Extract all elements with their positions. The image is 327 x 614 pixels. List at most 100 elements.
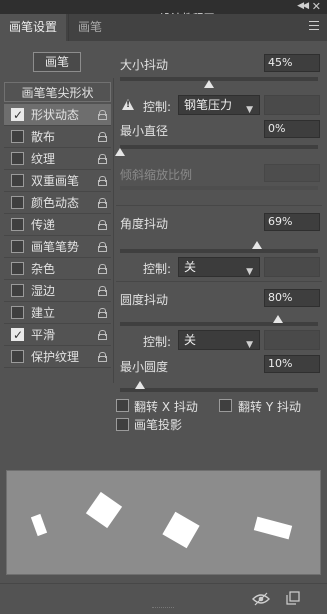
min-roundness-slider[interactable] xyxy=(120,388,318,392)
roundness-jitter-slider-thumb[interactable] xyxy=(273,315,284,323)
lock-icon[interactable] xyxy=(98,132,107,142)
brush-option-label: 双重画笔 xyxy=(31,174,80,188)
size-control-label: 控制: xyxy=(143,100,172,114)
tab-bar: 画笔设置 画笔 xyxy=(0,14,327,41)
brush-option-checkbox[interactable] xyxy=(11,240,24,253)
brush-option-checkbox[interactable] xyxy=(11,306,24,319)
chevron-down-icon: ▼ xyxy=(246,267,253,277)
brush-option-checkbox[interactable] xyxy=(11,130,24,143)
brush-option-label: 传递 xyxy=(31,218,56,232)
tilt-scale-value xyxy=(264,164,320,182)
brush-option-item[interactable]: 平滑 xyxy=(4,324,111,346)
angle-control-select[interactable]: 关 ▼ xyxy=(178,257,260,277)
roundness-control-select[interactable]: 关 ▼ xyxy=(178,330,260,350)
angle-jitter-value[interactable]: 69% xyxy=(264,213,320,231)
brush-option-checkbox[interactable] xyxy=(11,324,24,346)
roundness-control-label: 控制: xyxy=(143,335,172,349)
brush-option-checkbox[interactable] xyxy=(11,350,24,363)
roundness-jitter-value[interactable]: 80% xyxy=(264,289,320,307)
angle-control-label: 控制: xyxy=(143,262,172,276)
size-control-select[interactable]: 钢笔压力 ▼ xyxy=(178,95,260,115)
flip-x-checkbox[interactable] xyxy=(116,399,129,412)
brush-option-item[interactable]: 建立 xyxy=(4,302,111,324)
angle-jitter-slider-thumb[interactable] xyxy=(251,241,262,249)
brush-option-item[interactable]: 保护纹理 xyxy=(4,346,111,368)
min-diameter-slider[interactable] xyxy=(120,145,318,149)
section-divider xyxy=(116,281,322,282)
brush-tip-shape-item[interactable]: 画笔笔尖形状 xyxy=(4,82,111,102)
brush-option-label: 湿边 xyxy=(31,284,56,298)
brush-option-item[interactable]: 双重画笔 xyxy=(4,170,111,192)
min-diameter-label: 最小直径 xyxy=(120,124,169,138)
brush-option-item[interactable]: 传递 xyxy=(4,214,111,236)
brush-option-label: 纹理 xyxy=(31,152,56,166)
resize-grip[interactable] xyxy=(152,607,174,610)
brush-option-checkbox[interactable] xyxy=(11,152,24,165)
brush-option-item[interactable]: 纹理 xyxy=(4,148,111,170)
lock-icon[interactable] xyxy=(98,352,107,362)
brush-option-item[interactable]: 形状动态 xyxy=(4,104,111,126)
lock-icon[interactable] xyxy=(98,264,107,274)
flip-y-label: 翻转 Y 抖动 xyxy=(238,400,301,414)
flip-x-label: 翻转 X 抖动 xyxy=(134,400,198,414)
min-roundness-value[interactable]: 10% xyxy=(264,355,320,373)
section-divider xyxy=(116,205,322,206)
roundness-control-select-value: 关 xyxy=(184,333,197,347)
brush-projection-label: 画笔投影 xyxy=(134,418,183,432)
brush-option-label: 建立 xyxy=(31,306,56,320)
size-jitter-value[interactable]: 45% xyxy=(264,54,320,72)
brush-presets-button[interactable]: 画笔 xyxy=(33,52,81,72)
brush-option-item[interactable]: 湿边 xyxy=(4,280,111,302)
lock-icon[interactable] xyxy=(98,286,107,296)
angle-jitter-label: 角度抖动 xyxy=(120,217,169,231)
size-control-select-value: 钢笔压力 xyxy=(184,98,233,112)
min-diameter-slider-thumb[interactable] xyxy=(115,148,125,156)
eye-icon[interactable] xyxy=(252,592,270,606)
lock-icon[interactable] xyxy=(98,198,107,208)
brush-option-item[interactable]: 杂色 xyxy=(4,258,111,280)
lock-icon[interactable] xyxy=(98,308,107,318)
brush-option-checkbox[interactable] xyxy=(11,284,24,297)
new-preset-icon[interactable] xyxy=(286,591,300,605)
brush-option-item[interactable]: 散布 xyxy=(4,126,111,148)
warning-mark: ! xyxy=(126,100,131,110)
min-diameter-value[interactable]: 0% xyxy=(264,120,320,138)
brush-option-checkbox[interactable] xyxy=(11,196,24,209)
angle-jitter-slider[interactable] xyxy=(120,249,318,253)
lock-icon[interactable] xyxy=(98,330,107,340)
brush-option-label: 保护纹理 xyxy=(31,350,80,364)
preview-stroke xyxy=(162,511,200,549)
brush-stroke-preview xyxy=(6,470,321,575)
brush-option-item[interactable]: 颜色动态 xyxy=(4,192,111,214)
brush-option-checkbox[interactable] xyxy=(11,104,24,126)
roundness-jitter-slider[interactable] xyxy=(120,322,318,326)
size-jitter-label: 大小抖动 xyxy=(120,58,169,72)
brush-option-checkbox[interactable] xyxy=(11,218,24,231)
lock-icon[interactable] xyxy=(98,220,107,230)
brush-option-checkbox[interactable] xyxy=(11,262,24,275)
chevron-down-icon: ▼ xyxy=(246,105,253,115)
lock-icon[interactable] xyxy=(98,110,107,120)
flip-y-checkbox[interactable] xyxy=(219,399,232,412)
brush-option-item[interactable]: 画笔笔势 xyxy=(4,236,111,258)
tab-brushes[interactable]: 画笔 xyxy=(68,14,111,41)
size-control-extra-field xyxy=(264,95,320,115)
brush-projection-checkbox[interactable] xyxy=(116,418,129,431)
size-jitter-slider[interactable] xyxy=(120,77,318,81)
lock-icon[interactable] xyxy=(98,242,107,252)
vertical-divider xyxy=(113,78,114,383)
brush-option-label: 形状动态 xyxy=(31,108,80,122)
angle-control-extra-field xyxy=(264,257,320,277)
roundness-jitter-label: 圆度抖动 xyxy=(120,293,169,307)
roundness-control-extra-field xyxy=(264,330,320,350)
brush-option-checkbox[interactable] xyxy=(11,174,24,187)
lock-icon[interactable] xyxy=(98,176,107,186)
tab-brush-settings[interactable]: 画笔设置 xyxy=(0,14,67,41)
min-roundness-slider-thumb[interactable] xyxy=(134,381,145,389)
brush-option-label: 杂色 xyxy=(31,262,56,276)
size-jitter-slider-thumb[interactable] xyxy=(204,80,215,88)
panel-menu-icon[interactable] xyxy=(309,21,319,31)
lock-icon[interactable] xyxy=(98,154,107,164)
preview-stroke xyxy=(253,516,293,540)
brush-option-label: 平滑 xyxy=(31,328,56,342)
